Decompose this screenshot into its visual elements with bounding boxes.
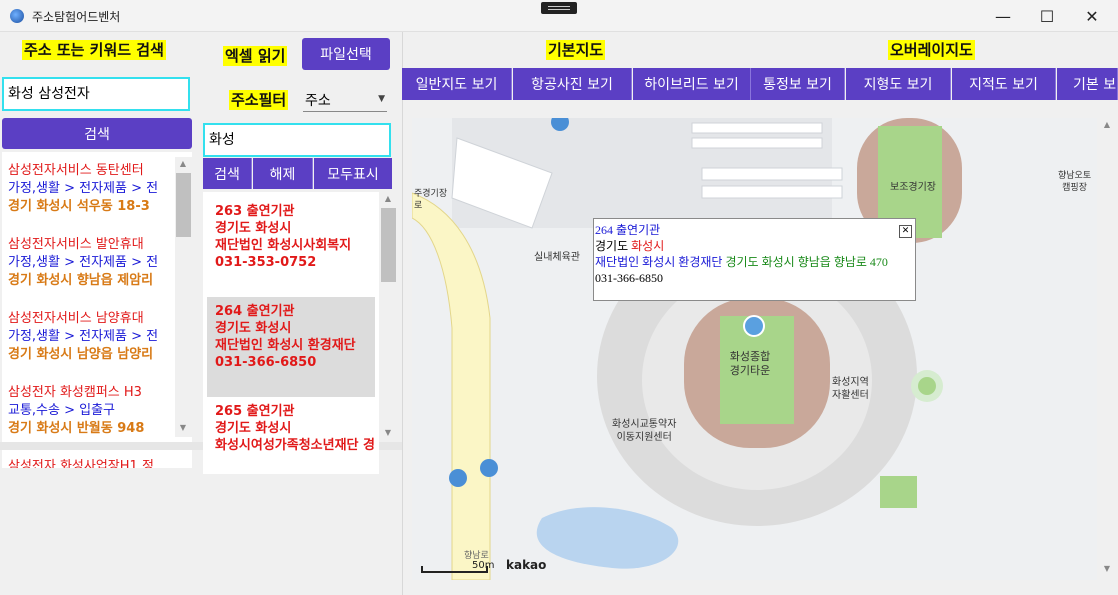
keyword-search-input[interactable] [8, 85, 184, 101]
address-filter-input[interactable] [209, 131, 385, 147]
keyword-search-header: 주소 또는 키워드 검색 [22, 40, 166, 60]
tab-basic-overlay[interactable]: 기본 보 [1057, 68, 1118, 100]
window-title: 주소탐험어드벤처 [32, 10, 121, 24]
map-label-indoor-gym: 실내체육관 [534, 252, 580, 263]
map-label-transport-center: 화성시교통약자 이동지원센터 [612, 419, 677, 443]
map-canvas [412, 118, 1097, 580]
main-area: 주소 또는 키워드 검색 검색 삼성전자서비스 동탄센터 가정,생활 > 전자제… [0, 32, 1118, 595]
show-all-button[interactable]: 모두표시 [314, 158, 392, 189]
map-label-stadium: 화성종합 경기타운 [729, 350, 771, 377]
popup-close-icon[interactable]: ✕ [899, 225, 912, 238]
keyword-list-scrollbar[interactable]: ▲ ▼ [175, 157, 192, 437]
file-select-button[interactable]: 파일선택 [302, 38, 390, 70]
excel-read-label: 엑셀 읽기 [223, 46, 288, 66]
scrollbar-thumb[interactable] [176, 173, 191, 237]
scroll-down-icon[interactable]: ▼ [175, 423, 191, 432]
tab-aerial-map[interactable]: 항공사진 보기 [513, 68, 632, 100]
scroll-down-icon[interactable]: ▼ [380, 428, 396, 437]
tab-hybrid-map[interactable]: 하이브리드 보기 [633, 68, 751, 100]
tab-traffic-map[interactable]: 통정보 보기 [751, 68, 845, 100]
drag-handle[interactable] [541, 2, 577, 14]
scroll-up-icon[interactable]: ▲ [175, 159, 191, 168]
scrollbar-thumb[interactable] [381, 208, 396, 282]
map-label-camping: 향남오토 캠핑장 [1058, 171, 1092, 193]
chevron-down-icon: ▼ [378, 94, 385, 104]
map-info-popup: 264 출연기관 경기도 화성시 재단법인 화성시 환경재단 경기도 화성시 향… [593, 218, 916, 301]
title-bar: 주소탐험어드벤처 — ☐ ✕ [0, 0, 1118, 32]
keyword-search-button[interactable]: 검색 [2, 118, 192, 149]
map-label-sub-stadium: 보조경기장 [890, 182, 936, 193]
map-label-self-center: 화성지역 자활센터 [832, 377, 869, 401]
popup-line3: 재단법인 화성시 환경재단 경기도 화성시 향남읍 향남로 470 [595, 255, 888, 269]
maximize-button[interactable]: ☐ [1024, 0, 1070, 32]
list-item[interactable]: 삼성전자서비스 남양휴대 가정,생활 > 전자제품 > 전 경기 화성시 남양읍… [2, 310, 192, 364]
list-item[interactable]: 263 출연기관 경기도 화성시 재단법인 화성시사회복지 031-353-07… [207, 197, 375, 297]
popup-line2: 경기도 화성시 [595, 239, 665, 253]
list-item-selected[interactable]: 264 출연기관 경기도 화성시 재단법인 화성시 환경재단 031-366-6… [207, 297, 375, 397]
kakao-logo: kakao [506, 558, 547, 572]
scroll-up-icon[interactable]: ▲ [380, 194, 396, 203]
filter-search-button[interactable]: 검색 [203, 158, 252, 189]
filter-type-select[interactable]: 주소 ▼ [303, 86, 387, 112]
map-label-road-fragment: 로 [414, 201, 423, 211]
map-view[interactable]: 보조경기장 실내체육관 화성종합 경기타운 화성지역 자활센터 화성시교통약자 … [412, 118, 1097, 580]
map-scrollbar[interactable]: ▲ ▼ [1099, 118, 1116, 580]
excel-list-scrollbar[interactable]: ▲ ▼ [380, 192, 397, 442]
filter-clear-button[interactable]: 해제 [253, 158, 313, 189]
keyword-search-field[interactable] [2, 77, 190, 111]
scroll-up-icon[interactable]: ▲ [1099, 120, 1115, 129]
basic-map-label: 기본지도 [546, 40, 606, 60]
list-item[interactable]: 삼성전자서비스 동탄센터 가정,생활 > 전자제품 > 전 경기 화성시 석우동… [2, 162, 192, 216]
address-filter-label: 주소필터 [229, 90, 289, 110]
map-scale-text: 50m [472, 560, 495, 571]
excel-result-list: 263 출연기관 경기도 화성시 재단법인 화성시사회복지 031-353-07… [203, 192, 379, 474]
scroll-down-icon[interactable]: ▼ [1099, 564, 1115, 573]
tab-normal-map[interactable]: 일반지도 보기 [402, 68, 512, 100]
list-item[interactable]: 265 출연기관 경기도 화성시 화성시여성가족청소년재단 경기 [207, 397, 375, 474]
tab-terrain-map[interactable]: 지형도 보기 [846, 68, 951, 100]
close-button[interactable]: ✕ [1069, 0, 1115, 32]
popup-line1: 264 출연기관 [595, 223, 661, 237]
panel-splitter[interactable] [402, 32, 403, 595]
list-item[interactable]: 삼성전자서비스 발안휴대 가정,생활 > 전자제품 > 전 경기 화성시 향남읍… [2, 236, 192, 290]
address-filter-field[interactable] [203, 123, 391, 157]
keyword-result-list: 삼성전자서비스 동탄센터 가정,생활 > 전자제품 > 전 경기 화성시 석우동… [2, 152, 192, 468]
popup-line4: 031-366-6850 [595, 271, 663, 285]
list-item[interactable]: 삼성전자 화성캠퍼스 H3 교통,수송 > 입출구 경기 화성시 반월동 948 [2, 384, 192, 438]
minimize-button[interactable]: — [980, 0, 1026, 32]
tab-cadastral-map[interactable]: 지적도 보기 [952, 68, 1056, 100]
list-item[interactable]: 삼성전자 화성사업장H1 정 [2, 458, 192, 468]
overlay-map-label: 오버레이지도 [888, 40, 975, 60]
app-icon [10, 9, 24, 23]
